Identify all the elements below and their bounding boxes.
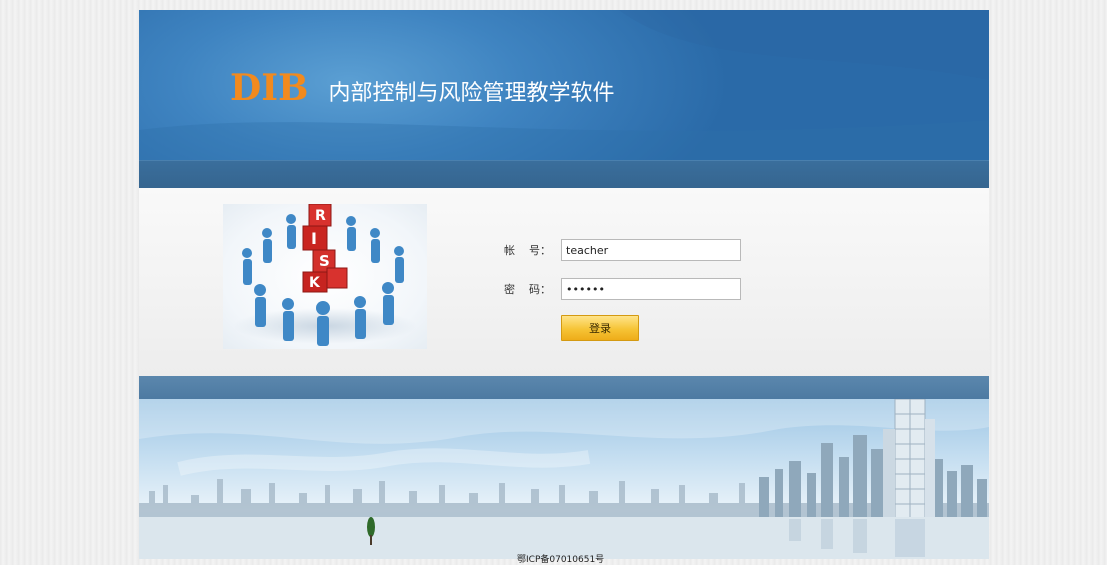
app-title: 内部控制与风险管理教学软件 [328,81,615,106]
header-banner: DIB 内部控制与风险管理教学软件 [139,10,989,160]
footer-strip [139,376,989,399]
login-page: DIB 内部控制与风险管理教学软件 R I S K 帐 号： teacher 密… [139,10,989,559]
city-skyline-image [139,399,989,559]
skyline-illustration [139,399,989,559]
risk-people-image: R I S K [223,203,427,349]
logo: DIB 内部控制与风险管理教学软件 [230,68,615,108]
risk-letter-k: K [309,275,321,291]
logo-mark: DIB [230,67,309,109]
account-row: 帐 号： [504,238,741,262]
account-label: 帐 号： [504,244,551,257]
account-input[interactable] [561,239,741,261]
password-input[interactable] [561,278,741,300]
risk-letter-i: I [311,229,317,248]
password-label: 密 码： [504,283,551,296]
login-area: R I S K 帐 号： 密 码： 登录 [139,188,989,376]
risk-letter-s: S [319,252,330,270]
header-strip [139,160,989,189]
password-row: 密 码： [504,277,741,301]
risk-illustration: R I S K [233,203,417,346]
risk-letter-r: R [315,208,326,224]
login-button[interactable]: 登录 [561,315,639,341]
